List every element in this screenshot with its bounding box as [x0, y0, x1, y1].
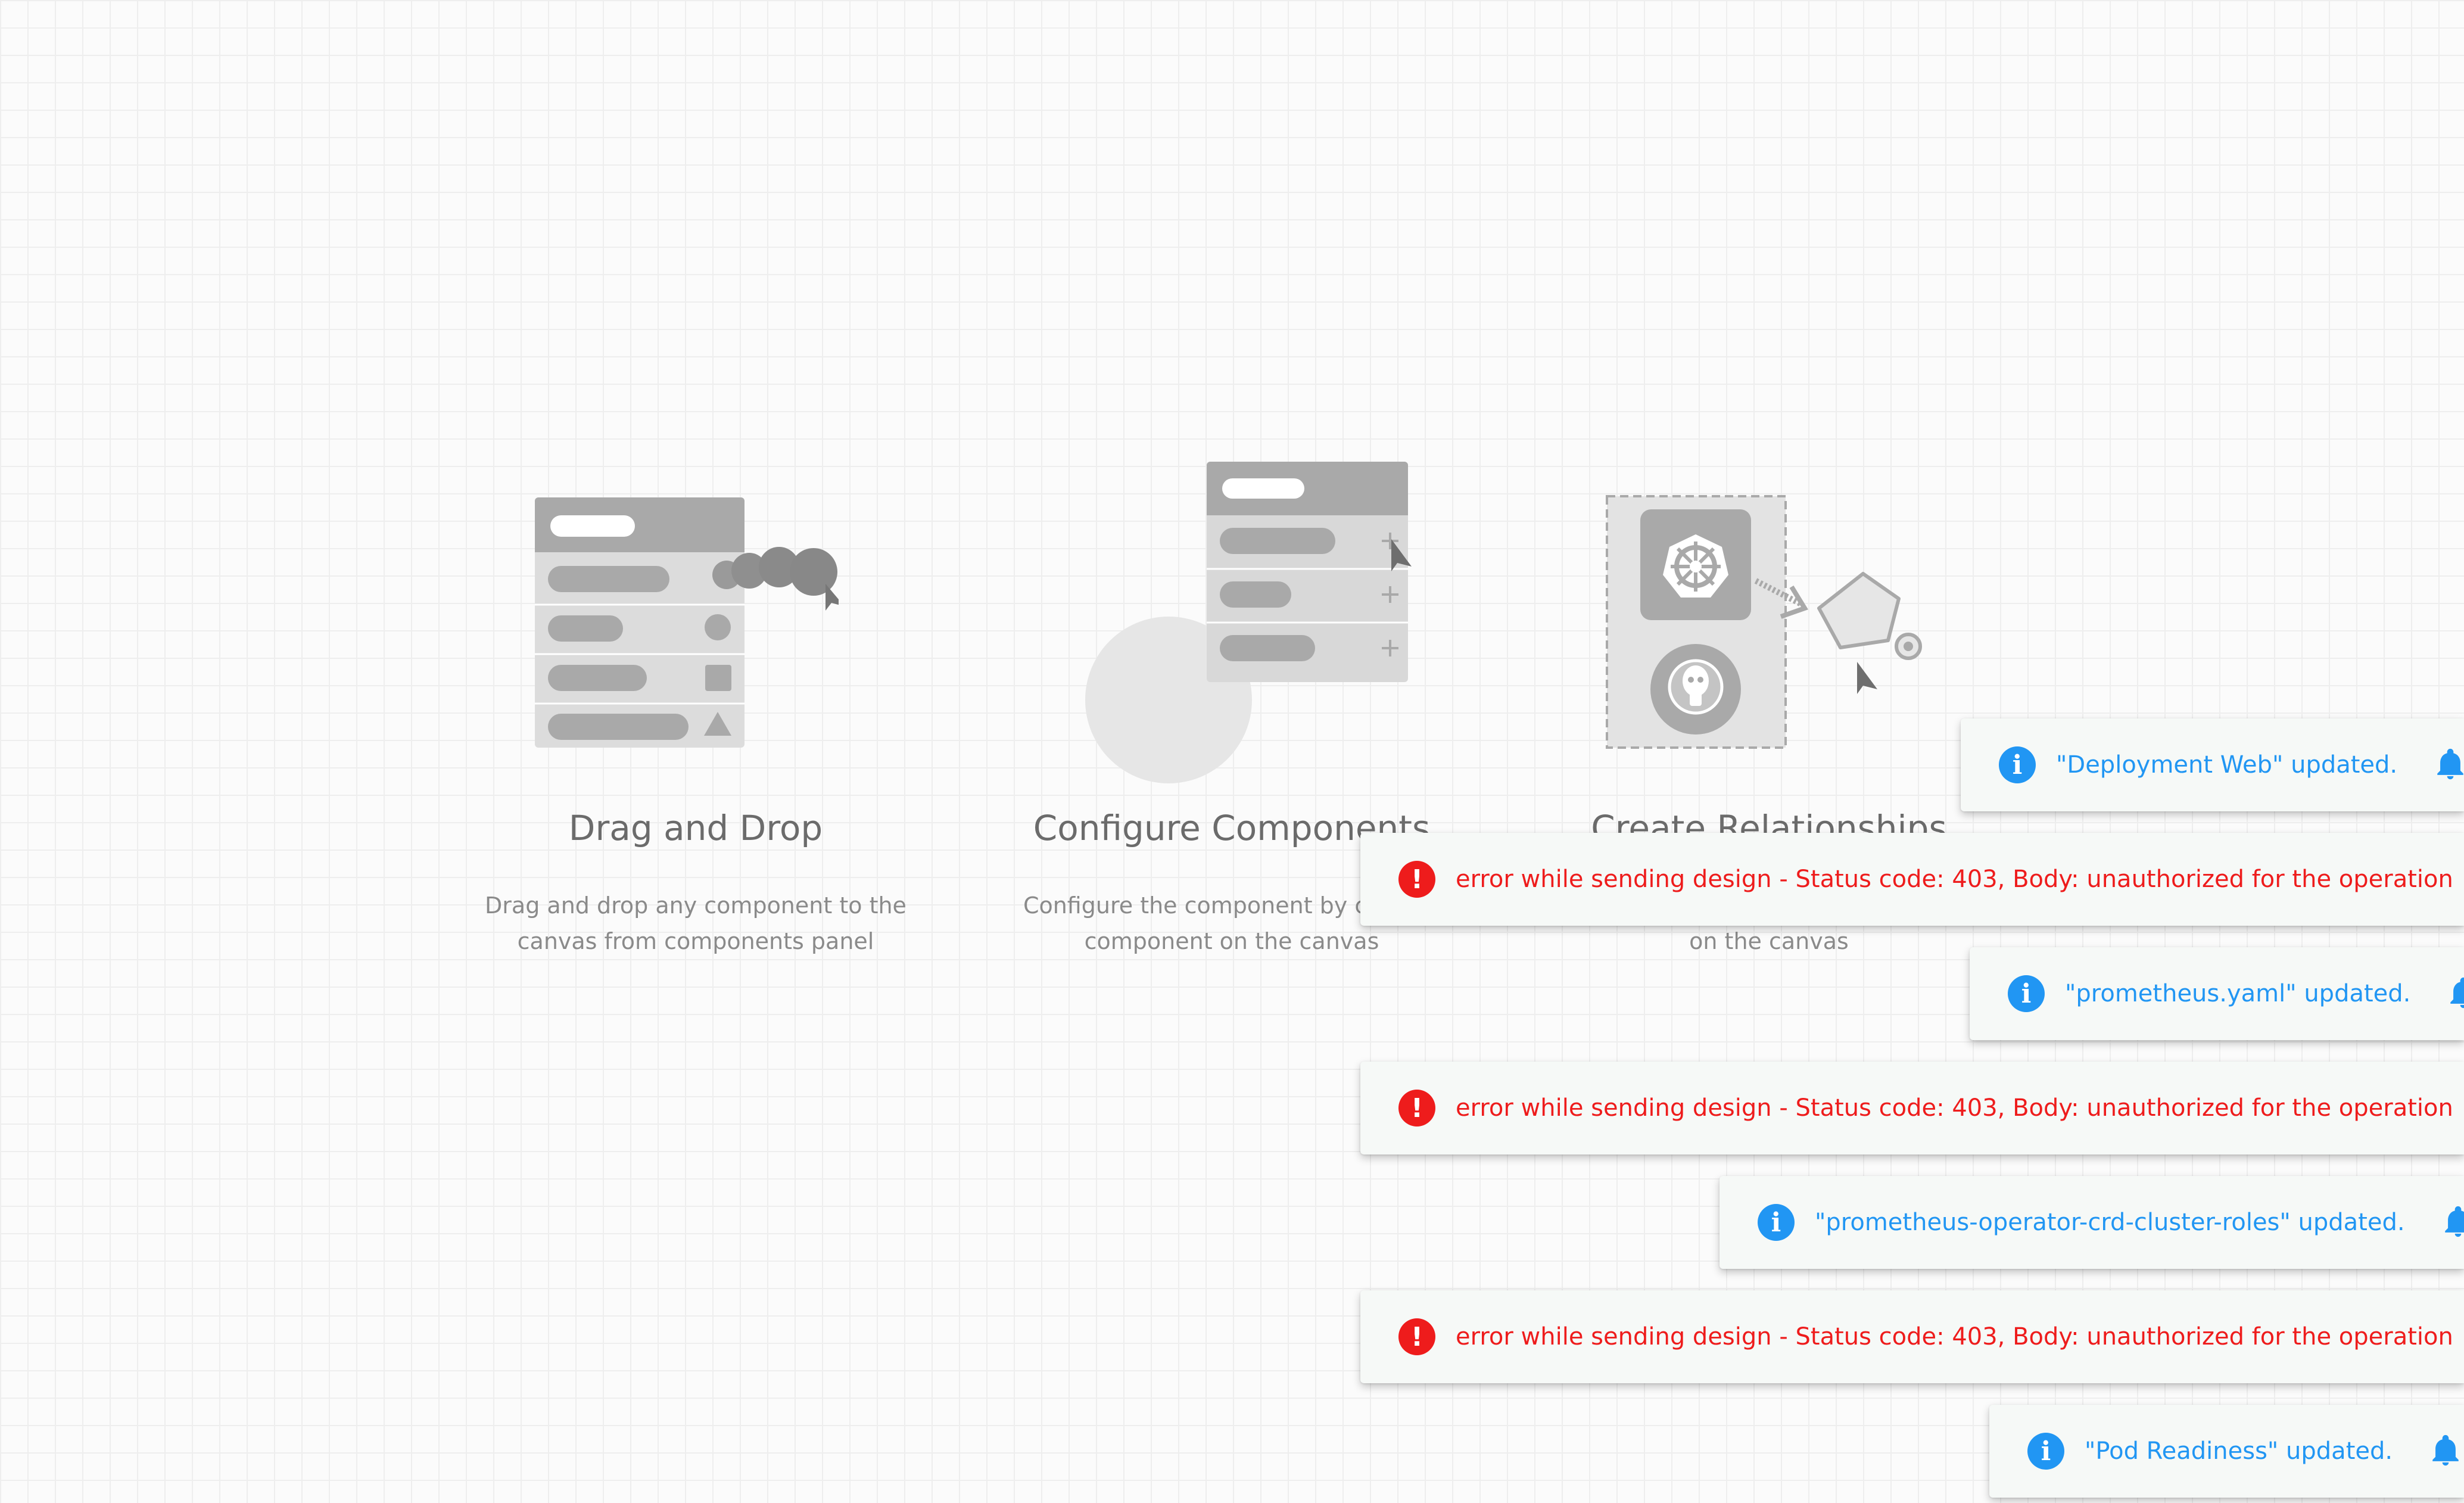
notification-message: error while sending design - Status code… — [1456, 1323, 2453, 1350]
notification-message: "Pod Readiness" updated. — [2085, 1437, 2393, 1465]
error-icon: ! — [1398, 1090, 1435, 1127]
step-description: Drag and drop any component to the canva… — [485, 892, 907, 954]
notification-toast[interactable]: ! error while sending design - Status co… — [1360, 1062, 2464, 1155]
configure-components-illustration — [1085, 462, 1412, 783]
step-title: Drag and Drop — [568, 808, 823, 848]
info-icon: i — [2008, 975, 2045, 1012]
notification-message: error while sending design - Status code… — [1456, 866, 2453, 893]
notification-toast[interactable]: i "prometheus.yaml" updated. — [1970, 947, 2464, 1040]
info-icon: i — [1999, 746, 2036, 783]
design-canvas[interactable]: Drag and Drop Drag and drop any componen… — [0, 0, 2464, 1503]
prometheus-skull-icon — [1668, 659, 1724, 715]
notification-toast[interactable]: ! error while sending design - Status co… — [1360, 1290, 2464, 1383]
notification-toast[interactable]: ! error while sending design - Status co… — [1360, 833, 2464, 926]
notification-toast[interactable]: i "Deployment Web" updated. — [1961, 718, 2464, 811]
notification-message: error while sending design - Status code… — [1456, 1094, 2453, 1122]
drag-and-drop-illustration — [535, 497, 839, 748]
info-icon: i — [2027, 1433, 2064, 1470]
bell-icon[interactable] — [2433, 748, 2464, 782]
notification-message: "prometheus.yaml" updated. — [2065, 980, 2411, 1007]
error-icon: ! — [1398, 861, 1435, 898]
notification-message: "prometheus-operator-crd-cluster-roles" … — [1815, 1209, 2405, 1236]
bell-icon[interactable] — [2446, 976, 2464, 1011]
notification-toast[interactable]: i "prometheus-operator-crd-cluster-roles… — [1719, 1176, 2464, 1269]
bell-icon[interactable] — [2441, 1205, 2464, 1240]
error-icon: ! — [1398, 1318, 1435, 1355]
info-icon: i — [1758, 1204, 1795, 1241]
notification-toast[interactable]: i "Pod Readiness" updated. — [1989, 1405, 2464, 1498]
create-relationships-illustration — [1606, 495, 1922, 749]
bell-icon[interactable] — [2428, 1434, 2463, 1468]
notification-message: "Deployment Web" updated. — [2056, 751, 2398, 779]
